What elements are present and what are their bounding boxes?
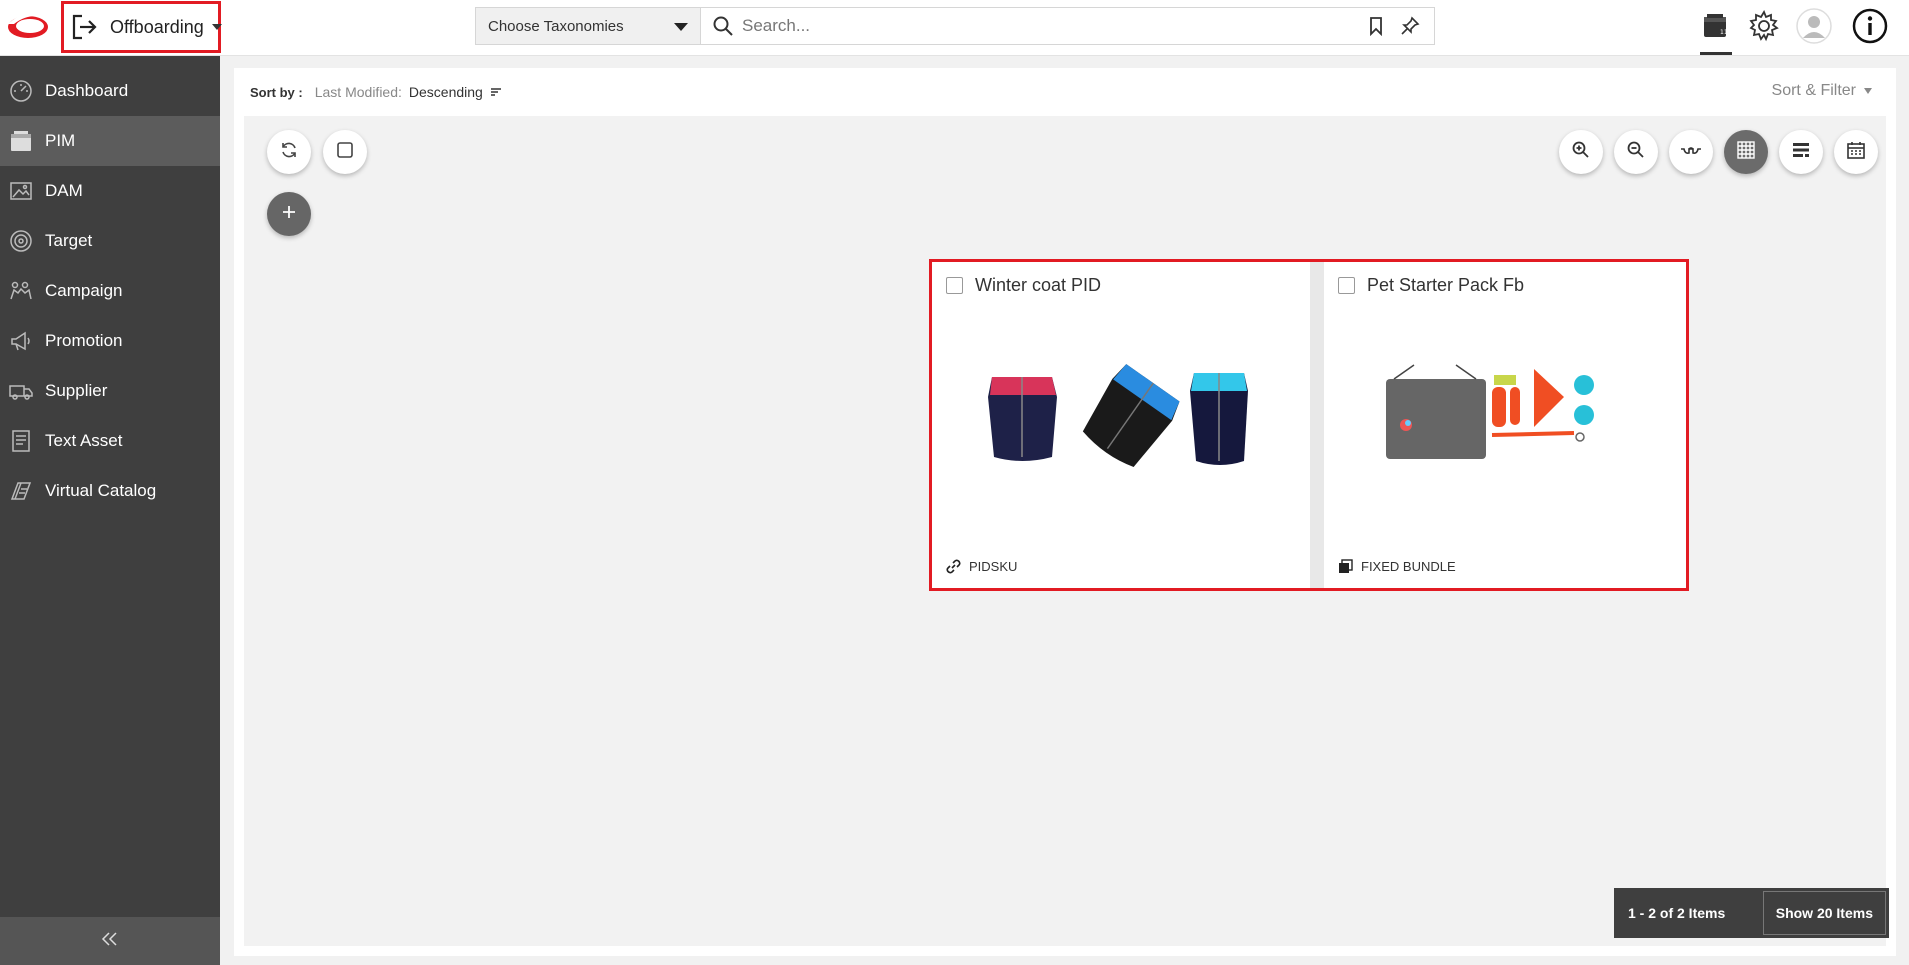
taxonomy-dropdown[interactable]: Choose Taxonomies [475, 7, 701, 45]
card-title[interactable]: Pet Starter Pack Fb [1367, 275, 1524, 296]
sort-filter-label: Sort & Filter [1771, 82, 1856, 99]
catalog-icon [8, 478, 34, 504]
search-bar [700, 7, 1435, 45]
sort-bar: Sort by : Last Modified: Descending Sort… [234, 68, 1896, 116]
page-size-button[interactable]: Show 20 Items [1762, 891, 1886, 935]
sidebar-item-promotion[interactable]: Promotion [0, 316, 220, 366]
card-type: FIXED BUNDLE [1338, 559, 1456, 574]
sidebar-item-pim[interactable]: PIM [0, 116, 220, 166]
link-icon [946, 559, 961, 574]
sidebar-item-supplier[interactable]: Supplier [0, 366, 220, 416]
sidebar-item-dam[interactable]: DAM [0, 166, 220, 216]
sidebar-item-label: Promotion [45, 331, 123, 350]
sidebar-item-label: Supplier [45, 381, 108, 400]
calendar-icon [1846, 140, 1866, 165]
megaphone-icon [8, 328, 34, 354]
target-icon [8, 228, 34, 254]
sidebar-item-text-asset[interactable]: Text Asset [0, 416, 220, 466]
product-card[interactable]: Pet Starter Pack Fb FIXED BUNDLE [1324, 262, 1686, 588]
speedometer-icon [8, 78, 34, 104]
card-type-label: FIXED BUNDLE [1361, 559, 1456, 574]
workflow-label: Offboarding [110, 16, 204, 37]
card-checkbox[interactable] [946, 277, 963, 294]
user-avatar-icon[interactable] [1796, 8, 1832, 44]
dog-coats-image [982, 357, 1262, 477]
zoom-out-icon [1626, 140, 1646, 165]
active-indicator [1700, 52, 1732, 55]
taxonomy-placeholder: Choose Taxonomies [488, 17, 624, 35]
sort-filter-toggle[interactable]: Sort & Filter [1772, 82, 1872, 100]
selected-cards-highlight: Winter coat PID PIDSKU Pet Starter Pack … [929, 259, 1689, 591]
pagination-bar: 1 - 2 of 2 Items Show 20 Items [1614, 888, 1889, 938]
image-icon [8, 178, 34, 204]
select-all-button[interactable] [323, 130, 367, 174]
double-chevron-left-icon [100, 931, 120, 952]
sidebar-item-label: Dashboard [45, 81, 129, 100]
main-area: Sort by : Last Modified: Descending Sort… [220, 56, 1909, 965]
card-divider [1310, 262, 1324, 588]
product-card[interactable]: Winter coat PID PIDSKU [932, 262, 1310, 588]
product-box-icon [8, 128, 34, 154]
sidebar-item-label: Virtual Catalog [45, 481, 157, 500]
calendar-button[interactable] [1834, 130, 1878, 174]
pin-icon[interactable] [1400, 16, 1420, 36]
gear-icon[interactable] [1746, 8, 1782, 44]
sidebar-item-label: Target [45, 231, 93, 250]
pet-starter-pack-image [1384, 357, 1664, 477]
svg-text:11: 11 [1720, 29, 1728, 36]
card-checkbox[interactable] [1338, 277, 1355, 294]
card-type: PIDSKU [946, 559, 1017, 574]
workflow-selector[interactable]: Offboarding [61, 1, 222, 53]
refresh-button[interactable] [267, 130, 311, 174]
sort-by-label: Sort by : [250, 84, 303, 100]
add-icon [280, 203, 298, 226]
preview-button[interactable] [1669, 130, 1713, 174]
card-title[interactable]: Winter coat PID [975, 275, 1101, 296]
caret-down-icon [1864, 88, 1872, 94]
zoom-in-button[interactable] [1559, 130, 1603, 174]
caret-down-icon [211, 24, 222, 30]
zoom-in-icon [1571, 140, 1591, 165]
grid-view-button[interactable] [1724, 130, 1768, 174]
sidebar: Dashboard PIM DAM Target Campaign Promot… [0, 56, 220, 965]
sidebar-item-target[interactable]: Target [0, 216, 220, 266]
search-icon [712, 15, 734, 37]
document-icon [8, 428, 34, 454]
item-count: 1 - 2 of 2 Items [1628, 905, 1726, 921]
sidebar-item-dashboard[interactable]: Dashboard [0, 66, 220, 116]
list-view-button[interactable] [1779, 130, 1823, 174]
add-button[interactable] [267, 192, 311, 236]
sidebar-item-label: Text Asset [45, 431, 123, 450]
bundle-icon [1338, 559, 1353, 574]
select-all-icon [336, 141, 354, 164]
collapse-sidebar-button[interactable] [0, 917, 220, 965]
sort-direction[interactable]: Descending [409, 84, 483, 100]
bookmark-icon[interactable] [1366, 16, 1386, 37]
sort-descending-icon[interactable] [489, 85, 503, 99]
glasses-icon [1679, 142, 1703, 163]
exit-icon [70, 13, 98, 41]
sidebar-item-campaign[interactable]: Campaign [0, 266, 220, 316]
grid-view-icon [1736, 140, 1756, 165]
items-canvas: Winter coat PID PIDSKU Pet Starter Pack … [244, 116, 1889, 946]
app-logo[interactable] [6, 10, 50, 44]
truck-icon [8, 378, 34, 404]
product-icon[interactable]: 11 [1697, 8, 1733, 44]
zoom-out-button[interactable] [1614, 130, 1658, 174]
sidebar-item-label: Campaign [45, 281, 123, 300]
info-icon[interactable] [1852, 8, 1888, 44]
top-bar: Offboarding Choose Taxonomies Search... … [0, 0, 1909, 56]
content-panel: Sort by : Last Modified: Descending Sort… [234, 68, 1896, 956]
sidebar-item-virtual-catalog[interactable]: Virtual Catalog [0, 466, 220, 516]
sidebar-item-label: DAM [45, 181, 83, 200]
caret-down-icon [674, 23, 688, 31]
list-view-icon [1791, 140, 1811, 165]
sidebar-item-label: PIM [45, 131, 76, 150]
campaign-icon [8, 278, 34, 304]
search-input[interactable] [742, 16, 1366, 36]
card-type-label: PIDSKU [969, 559, 1018, 574]
refresh-icon [279, 140, 299, 165]
sort-key[interactable]: Last Modified: [315, 84, 402, 100]
